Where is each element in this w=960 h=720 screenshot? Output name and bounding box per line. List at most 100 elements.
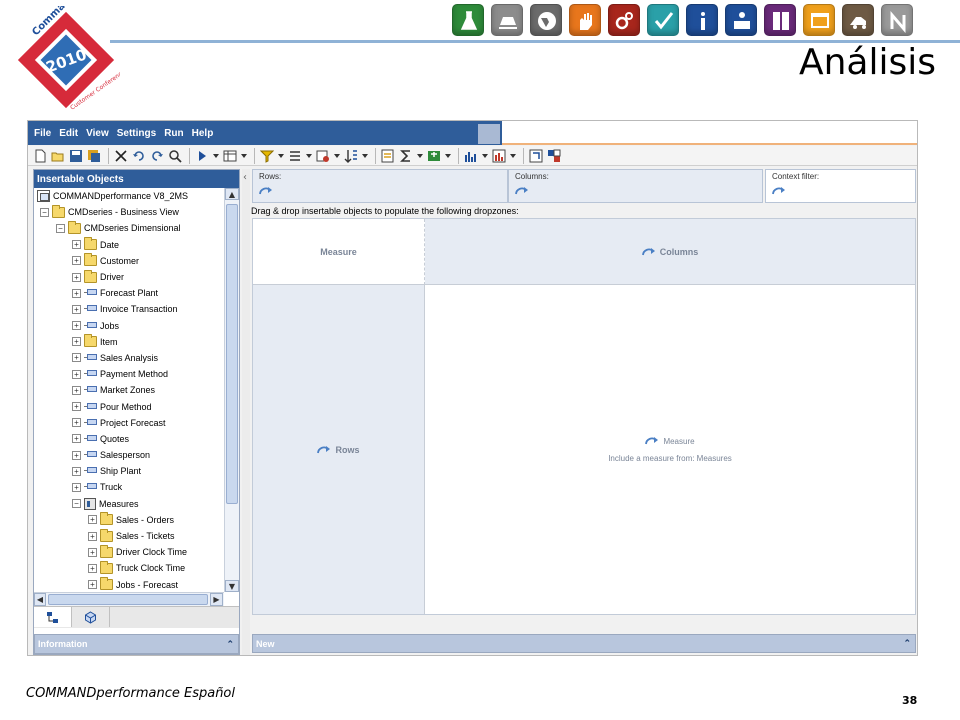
tree-item[interactable]: + Driver Clock Time (34, 544, 224, 560)
expand-icon[interactable]: + (72, 288, 81, 298)
tree-item[interactable]: COMMANDperformance V8_2MS (34, 188, 224, 204)
tree-horizontal-scrollbar[interactable]: ◀ ▶ (34, 592, 224, 606)
expand-icon[interactable]: + (72, 240, 81, 250)
zero-suppress-dropdown-icon[interactable] (333, 148, 340, 164)
expand-icon[interactable]: + (72, 369, 81, 379)
suppress-dropdown-icon[interactable] (305, 148, 312, 164)
tree-item[interactable]: + Sales Analysis (34, 350, 224, 366)
tree-item[interactable]: + Jobs (34, 318, 224, 334)
collapse-left-icon[interactable]: ‹ (243, 172, 247, 183)
collapse-icon[interactable]: − (72, 499, 81, 509)
crosstab-columns-dropzone[interactable]: Columns (425, 219, 915, 285)
tree-item[interactable]: + Invoice Transaction (34, 301, 224, 317)
insert-table-icon[interactable] (222, 148, 238, 164)
suppress-icon[interactable] (287, 148, 303, 164)
edit-report-icon[interactable] (380, 148, 396, 164)
scroll-right-icon[interactable]: ▶ (210, 593, 223, 606)
tree-item[interactable]: + Sales - Tickets (34, 528, 224, 544)
tree-item[interactable]: + Customer (34, 253, 224, 269)
save-icon[interactable] (68, 148, 84, 164)
expand-icon[interactable]: + (72, 321, 81, 331)
expand-icon[interactable]: + (72, 402, 81, 412)
redo-icon[interactable] (149, 148, 165, 164)
chart-icon[interactable] (463, 148, 479, 164)
menu-settings[interactable]: Settings (117, 128, 156, 139)
run-icon[interactable] (194, 148, 210, 164)
menu-view[interactable]: View (86, 128, 109, 139)
crosstab-rows-dropzone[interactable]: Rows (253, 285, 425, 614)
filter-icon[interactable] (259, 148, 275, 164)
menu-run[interactable]: Run (164, 128, 183, 139)
zero-suppress-icon[interactable] (315, 148, 331, 164)
tree-item[interactable]: + Quotes (34, 431, 224, 447)
layout-icon[interactable] (546, 148, 562, 164)
chart-type-dropdown-icon[interactable] (509, 148, 516, 164)
menu-file[interactable]: File (34, 128, 51, 139)
tree-item[interactable]: + Item (34, 334, 224, 350)
tree-item[interactable]: + Market Zones (34, 382, 224, 398)
chevron-up-icon[interactable]: ⌃ (903, 638, 911, 649)
tree-item[interactable]: + Driver (34, 269, 224, 285)
expand-icon[interactable]: + (72, 272, 81, 282)
tree-item[interactable]: + Salesperson (34, 447, 224, 463)
new-panel-header[interactable]: New ⌃ (252, 634, 916, 653)
measure-corner-dropzone[interactable]: Measure (253, 219, 425, 285)
expand-icon[interactable]: + (88, 580, 97, 590)
context-filter-dropzone[interactable]: Context filter: (765, 169, 916, 203)
expand-icon[interactable]: + (88, 563, 97, 573)
chart-dropdown-icon[interactable] (481, 148, 488, 164)
menu-edit[interactable]: Edit (59, 128, 78, 139)
scroll-thumb[interactable] (226, 204, 238, 504)
delete-icon[interactable] (113, 148, 129, 164)
expand-icon[interactable]: + (88, 531, 97, 541)
expand-icon[interactable]: + (72, 466, 81, 476)
tree-item[interactable]: + Jobs - Forecast (34, 577, 224, 593)
tree-item[interactable]: + Date (34, 237, 224, 253)
expand-icon[interactable]: + (72, 256, 81, 266)
tree-item[interactable]: + Pour Method (34, 398, 224, 414)
tree-item[interactable]: + Truck (34, 479, 224, 495)
find-icon[interactable] (167, 148, 183, 164)
tree-item[interactable]: − CMDseries Dimensional (34, 220, 224, 236)
swap-rows-columns-icon[interactable] (528, 148, 544, 164)
rows-dropzone[interactable]: Rows: (252, 169, 508, 203)
chart-type-icon[interactable] (491, 148, 507, 164)
sort-icon[interactable] (343, 148, 359, 164)
sum-dropdown-icon[interactable] (416, 148, 423, 164)
run-dropdown-icon[interactable] (212, 148, 219, 164)
collapse-icon[interactable]: − (56, 223, 65, 233)
tree-vertical-scrollbar[interactable]: ▲ ▼ (224, 188, 239, 592)
tab-cube-view[interactable] (72, 607, 110, 627)
expand-icon[interactable]: + (72, 385, 81, 395)
sort-dropdown-icon[interactable] (361, 148, 368, 164)
tree-item[interactable]: + Payment Method (34, 366, 224, 382)
tree-item[interactable]: + Truck Clock Time (34, 560, 224, 576)
tree-item[interactable]: + Project Forecast (34, 415, 224, 431)
menu-help[interactable]: Help (192, 128, 214, 139)
scroll-down-icon[interactable]: ▼ (225, 580, 239, 592)
columns-dropzone[interactable]: Columns: (508, 169, 763, 203)
tree-item[interactable]: − CMDseries - Business View (34, 204, 224, 220)
expand-icon[interactable]: + (72, 450, 81, 460)
collapse-icon[interactable]: − (40, 207, 49, 217)
expand-icon[interactable]: + (72, 434, 81, 444)
expand-icon[interactable]: + (88, 515, 97, 525)
scroll-up-icon[interactable]: ▲ (225, 188, 239, 200)
scroll-left-icon[interactable]: ◀ (34, 593, 46, 606)
crosstab-measure-dropzone[interactable]: Measure Include a measure from: Measures (425, 285, 915, 614)
horizontal-scroll-thumb[interactable] (48, 594, 208, 605)
new-icon[interactable] (32, 148, 48, 164)
expand-icon[interactable]: + (72, 418, 81, 428)
information-panel-header[interactable]: Information ⌃ (34, 634, 239, 654)
filter-dropdown-icon[interactable] (277, 148, 284, 164)
expand-icon[interactable]: + (72, 304, 81, 314)
expand-icon[interactable]: + (72, 353, 81, 363)
calculate-dropdown-icon[interactable] (444, 148, 451, 164)
tree-item[interactable]: − Measures (34, 496, 224, 512)
tree-item[interactable]: + Sales - Orders (34, 512, 224, 528)
expand-icon[interactable]: + (88, 547, 97, 557)
expand-icon[interactable]: + (72, 337, 81, 347)
sum-icon[interactable] (398, 148, 414, 164)
tree-item[interactable]: + Forecast Plant (34, 285, 224, 301)
chevron-up-icon[interactable]: ⌃ (226, 639, 234, 650)
